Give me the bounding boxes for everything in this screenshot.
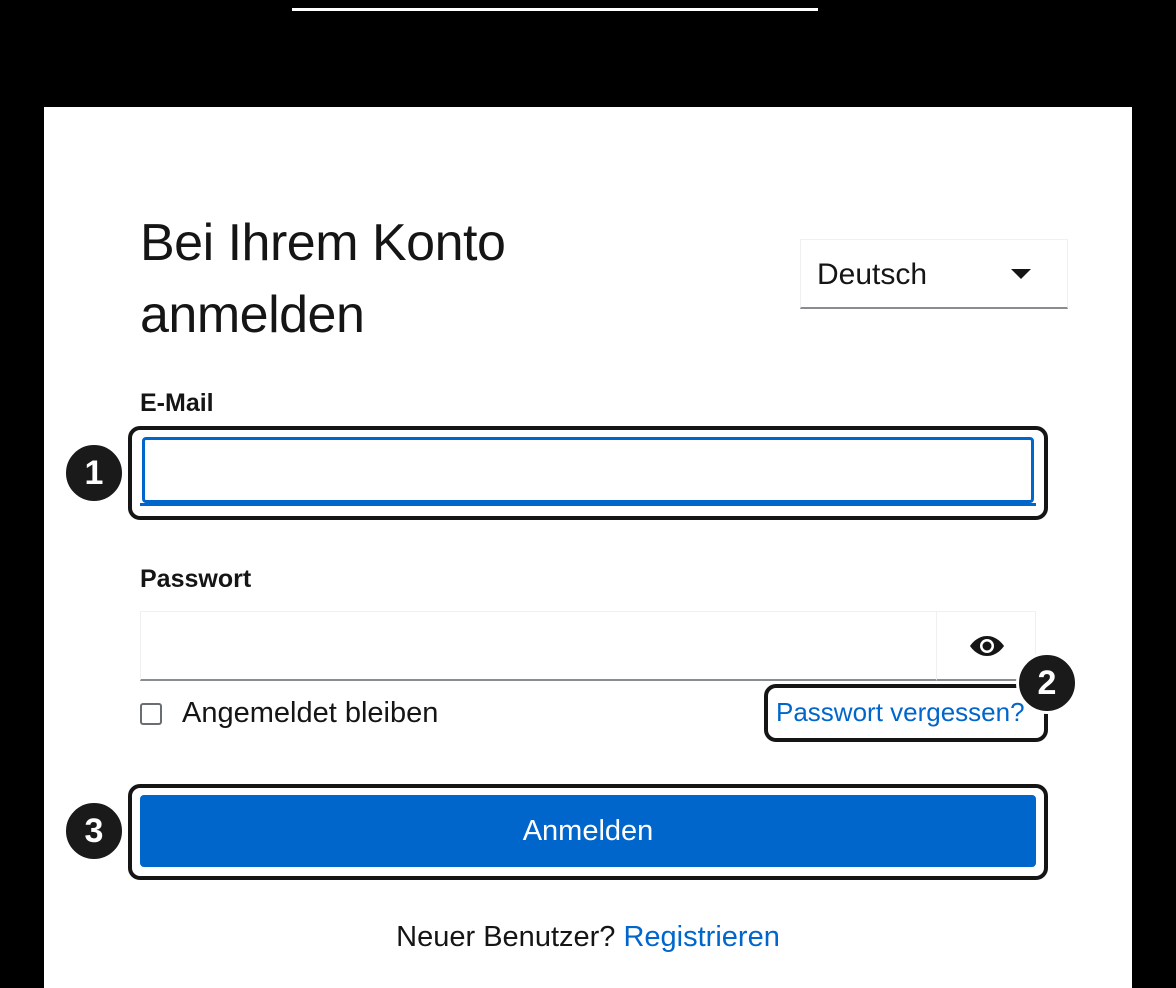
eye-icon <box>970 636 1004 656</box>
email-input-underline <box>140 503 1036 506</box>
email-input[interactable] <box>142 437 1034 503</box>
caret-down-icon <box>1011 269 1031 279</box>
login-submit-button[interactable]: Anmelden <box>140 795 1036 867</box>
register-link[interactable]: Registrieren <box>623 921 779 953</box>
register-prompt: Neuer Benutzer? <box>396 921 616 953</box>
password-label: Passwort <box>140 565 252 593</box>
top-divider-line <box>292 8 818 11</box>
page-title: Bei Ihrem Konto anmelden <box>140 214 506 344</box>
remember-me-checkbox[interactable] <box>140 703 162 725</box>
language-select[interactable]: Deutsch <box>800 239 1068 309</box>
password-input[interactable] <box>140 611 936 681</box>
email-label: E-Mail <box>140 389 214 417</box>
password-field-group <box>140 611 1036 683</box>
language-select-value: Deutsch <box>817 258 928 291</box>
callout-badge-1: 1 <box>63 442 125 504</box>
remember-me-label[interactable]: Angemeldet bleiben <box>182 697 438 730</box>
forgot-password-link[interactable]: Passwort vergessen? <box>776 697 1025 728</box>
register-row: Neuer Benutzer? Registrieren <box>44 921 1132 954</box>
callout-badge-2: 2 <box>1016 652 1078 714</box>
callout-badge-3: 3 <box>63 800 125 862</box>
login-card: Bei Ihrem Konto anmelden Deutsch E-Mail … <box>44 107 1132 988</box>
